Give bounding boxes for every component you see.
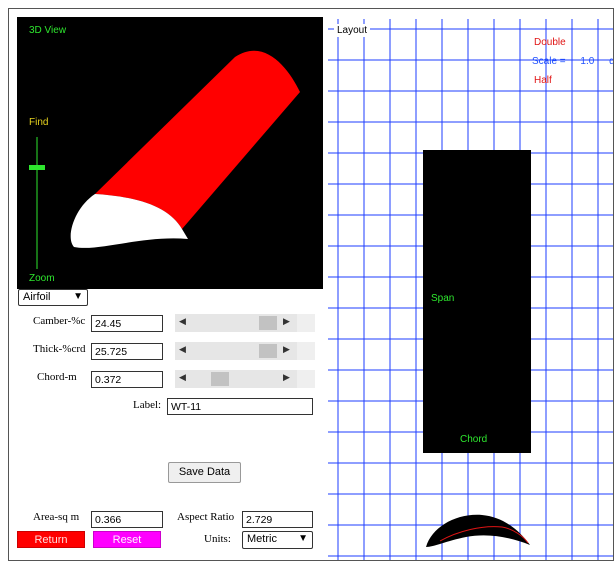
- shape-select[interactable]: Airfoil ▼: [18, 289, 88, 306]
- scale-readout: Scale = 1.0 dr: [532, 56, 613, 67]
- shape-select-value: Airfoil: [23, 291, 51, 303]
- find-label[interactable]: Find: [29, 117, 48, 128]
- thickness-slider-thumb[interactable]: [259, 344, 277, 358]
- camber-input[interactable]: [91, 315, 163, 332]
- thickness-label: Thick-%crd: [33, 343, 86, 355]
- camber-label: Camber-%c: [33, 315, 86, 327]
- chord-slider-thumb[interactable]: [211, 372, 229, 386]
- scale-label: Scale =: [532, 56, 566, 67]
- units-label: Units:: [204, 533, 231, 545]
- units-select[interactable]: Metric ▼: [242, 531, 313, 549]
- triangle-right-icon[interactable]: ▶: [283, 344, 290, 355]
- layout-panel[interactable]: Layout Double Scale = 1.0 dr Half Span C…: [328, 19, 613, 560]
- chord-slider[interactable]: ◀ ▶: [175, 370, 315, 388]
- chord-slider-end: [297, 370, 315, 388]
- camber-slider[interactable]: ◀ ▶: [175, 314, 315, 332]
- zoom-slider-handle[interactable]: [29, 165, 45, 170]
- chevron-down-icon: ▼: [298, 533, 308, 544]
- scale-value: 1.0: [580, 56, 595, 67]
- label-field-label: Label:: [133, 399, 162, 411]
- reset-button[interactable]: Reset: [93, 531, 161, 548]
- camber-slider-end: [297, 314, 315, 332]
- triangle-right-icon[interactable]: ▶: [283, 316, 290, 327]
- triangle-left-icon[interactable]: ◀: [179, 372, 186, 383]
- save-data-button[interactable]: Save Data: [168, 462, 241, 483]
- wing-3d-render: [29, 50, 300, 269]
- half-scale-button[interactable]: Half: [534, 75, 552, 86]
- camber-slider-thumb[interactable]: [259, 316, 277, 330]
- view-3d-panel[interactable]: 3D View Find Zoom: [17, 17, 323, 289]
- chevron-down-icon: ▼: [73, 291, 83, 302]
- chord-planform-label: Chord: [460, 434, 488, 445]
- thickness-slider[interactable]: ◀ ▶: [175, 342, 315, 360]
- aspect-ratio-label: Aspect Ratio: [177, 511, 235, 523]
- layout-title: Layout: [334, 24, 371, 37]
- double-scale-button[interactable]: Double: [534, 37, 566, 48]
- app-frame: 3D View Find Zoom Airfoil ▼ Camber-%c ◀ …: [8, 8, 614, 561]
- zoom-label: Zoom: [29, 273, 55, 284]
- span-label: Span: [431, 293, 455, 304]
- units-select-value: Metric: [247, 533, 277, 545]
- area-label: Area-sq m: [33, 511, 80, 523]
- wing-planform: Span Chord: [423, 150, 531, 453]
- scale-unit: dr: [609, 56, 613, 67]
- return-button[interactable]: Return: [17, 531, 85, 548]
- aspect-ratio-input[interactable]: [242, 511, 313, 528]
- triangle-left-icon[interactable]: ◀: [179, 316, 186, 327]
- label-input[interactable]: [167, 398, 313, 415]
- chord-label: Chord-m: [37, 371, 77, 383]
- chord-input[interactable]: [91, 371, 163, 388]
- thickness-input[interactable]: [91, 343, 163, 360]
- view-title: 3D View: [29, 25, 67, 36]
- area-input[interactable]: [91, 511, 163, 528]
- triangle-left-icon[interactable]: ◀: [179, 344, 186, 355]
- thickness-slider-end: [297, 342, 315, 360]
- triangle-right-icon[interactable]: ▶: [283, 372, 290, 383]
